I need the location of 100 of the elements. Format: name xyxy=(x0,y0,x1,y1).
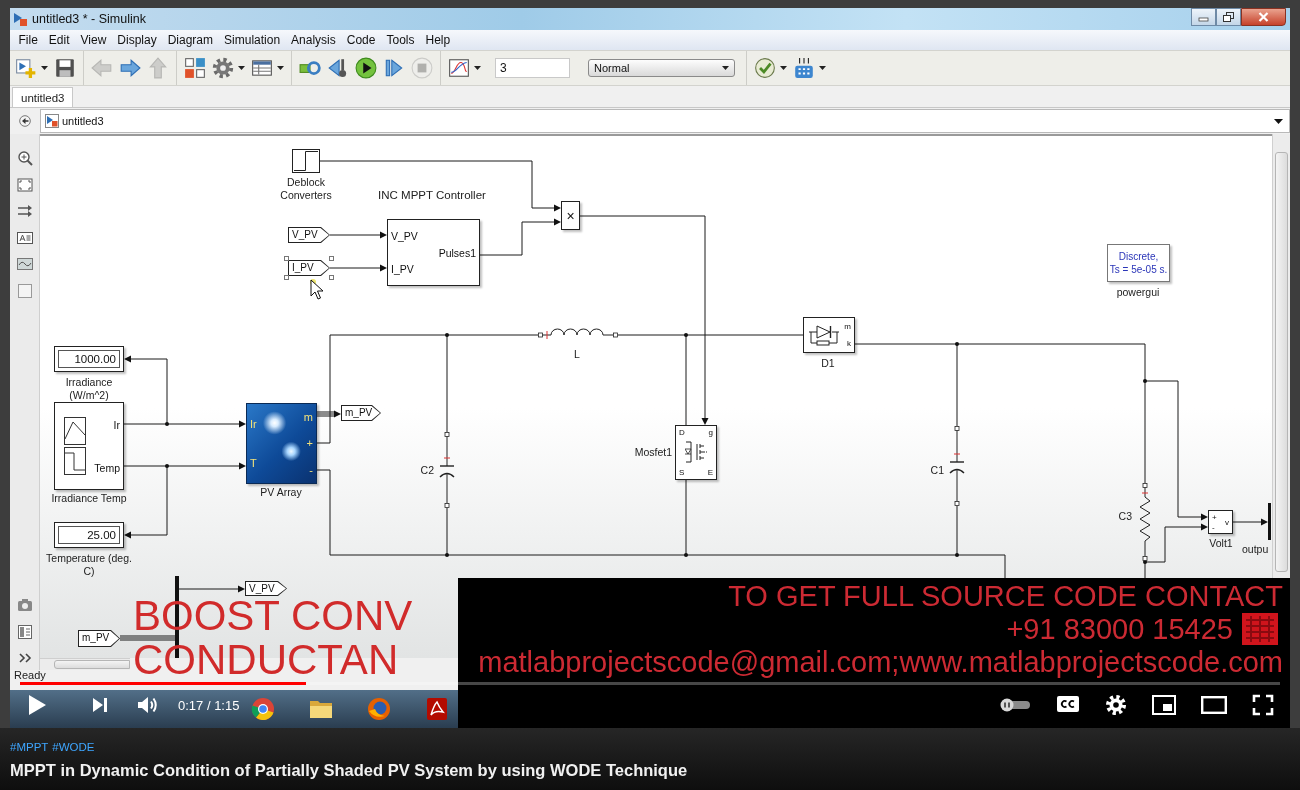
port-label: k xyxy=(847,339,851,348)
block-label: Mosfet1 xyxy=(633,446,672,459)
waveform-icon xyxy=(64,417,86,475)
model-icon xyxy=(45,114,59,128)
step-forward-icon[interactable] xyxy=(383,57,405,79)
double-arrow-icon[interactable] xyxy=(16,203,33,219)
simulation-mode-dropdown[interactable]: Normal xyxy=(588,59,735,77)
signal-tag: V_PV xyxy=(245,581,287,596)
block-label: Irradiance (W/m^2) xyxy=(64,376,114,402)
signal-tag: V_PV xyxy=(288,227,330,243)
gear-icon[interactable] xyxy=(212,57,234,79)
menu-item[interactable]: Help xyxy=(419,33,456,47)
close-button[interactable] xyxy=(1241,8,1286,26)
caret-icon[interactable] xyxy=(41,66,48,70)
block-label: C2 xyxy=(419,464,434,477)
caret-icon[interactable] xyxy=(474,66,481,70)
hashtag-link[interactable]: #WODE xyxy=(52,741,95,753)
menu-item[interactable]: Display xyxy=(111,33,163,47)
camera-icon[interactable] xyxy=(16,597,33,613)
library-grid-icon[interactable] xyxy=(184,57,206,79)
caret-icon[interactable] xyxy=(1274,118,1283,124)
layout-icon[interactable] xyxy=(16,623,33,640)
block-label: Volt1 xyxy=(1208,537,1234,550)
image-icon[interactable] xyxy=(16,256,33,272)
fit-view-icon[interactable] xyxy=(16,176,33,193)
new-model-icon[interactable] xyxy=(15,57,37,79)
progress-track[interactable] xyxy=(20,682,1280,685)
vertical-scrollbar[interactable] xyxy=(1272,134,1290,578)
menu-item[interactable]: File xyxy=(13,33,44,47)
menu-item[interactable]: View xyxy=(75,33,112,47)
port-label: - xyxy=(1212,522,1216,532)
document-app-icon[interactable] xyxy=(425,697,449,721)
menu-item[interactable]: Diagram xyxy=(162,33,219,47)
stop-time-field[interactable]: 3 xyxy=(495,58,570,78)
restore-icon xyxy=(1223,12,1234,22)
block-label: C1 xyxy=(929,464,944,477)
port-label: I_PV xyxy=(391,262,415,275)
text-box-icon[interactable] xyxy=(16,229,33,246)
round-app-icon[interactable] xyxy=(251,697,275,721)
port-label: S xyxy=(679,468,685,477)
volume-icon[interactable] xyxy=(137,695,159,715)
fullscreen-icon[interactable] xyxy=(1252,694,1274,716)
back-icon[interactable] xyxy=(19,115,31,127)
address-bar[interactable]: untitled3 xyxy=(40,109,1290,133)
powergui-block: Discrete, Ts = 5e-05 s. xyxy=(1107,244,1170,282)
play-icon[interactable] xyxy=(27,694,47,716)
menu-item[interactable]: Tools xyxy=(380,33,420,47)
table-icon[interactable] xyxy=(251,57,273,79)
caret-icon[interactable] xyxy=(780,66,787,70)
signal-tag: m_PV xyxy=(341,405,381,421)
port-label: V_PV xyxy=(391,230,418,243)
caret-icon[interactable] xyxy=(238,66,245,70)
menu-item[interactable]: Simulation xyxy=(218,33,286,47)
menu-item[interactable]: Analysis xyxy=(285,33,342,47)
signal-tag: I_PV xyxy=(288,260,330,276)
caret-icon[interactable] xyxy=(722,66,729,70)
block-label: C3 xyxy=(1117,510,1132,523)
port-label: - xyxy=(309,463,313,476)
port-label: Temp xyxy=(94,461,120,474)
port-label: D xyxy=(679,428,685,437)
horizontal-scrollbar[interactable] xyxy=(40,658,130,670)
model-tab[interactable]: untitled3 xyxy=(12,87,74,107)
video-title: MPPT in Dynamic Condition of Partially Shaded PV System by using WODE Technique xyxy=(10,761,689,780)
restore-button[interactable] xyxy=(1216,8,1241,26)
menu-item[interactable]: Edit xyxy=(43,33,76,47)
globe-app-icon[interactable] xyxy=(367,697,391,721)
product-block: × xyxy=(561,201,580,230)
run-icon[interactable] xyxy=(355,57,377,79)
settings-icon[interactable] xyxy=(1105,694,1127,716)
caret-icon[interactable] xyxy=(819,66,826,70)
step-back-icon[interactable] xyxy=(327,57,349,79)
menu-item[interactable]: Code xyxy=(341,33,381,47)
check-icon[interactable] xyxy=(754,57,776,79)
port-label: v xyxy=(1225,517,1229,527)
line-graph-icon[interactable] xyxy=(448,57,470,79)
save-icon[interactable] xyxy=(54,57,76,79)
port-label: T xyxy=(250,457,257,470)
rectangle-icon[interactable] xyxy=(16,282,33,299)
block-label: Irradiance Temp xyxy=(50,492,128,505)
dot-grid-icon[interactable] xyxy=(793,57,815,79)
model-icon xyxy=(13,12,27,26)
signal-tag: m_PV xyxy=(78,630,120,647)
promo-text: TO GET FULL SOURCE CODE CONTACT xyxy=(728,580,1283,613)
forward-arrow-icon[interactable] xyxy=(119,57,141,79)
breadcrumb-text: untitled3 xyxy=(62,115,104,127)
caption-text: CONDUCTAN xyxy=(133,640,400,680)
close-icon xyxy=(1258,12,1269,22)
next-icon[interactable] xyxy=(92,697,108,713)
block-label: outpu xyxy=(1242,543,1270,556)
port-label: + xyxy=(306,437,313,450)
hashtag-link[interactable]: #MPPT xyxy=(10,741,49,753)
block-label: Deblock Converters xyxy=(279,176,333,202)
miniplayer-icon[interactable] xyxy=(1152,695,1176,715)
theater-mode-icon[interactable] xyxy=(1201,696,1227,714)
display-block: 1000.00 xyxy=(54,346,124,372)
zoom-in-icon[interactable] xyxy=(16,150,33,166)
caret-icon[interactable] xyxy=(277,66,284,70)
port-label: m xyxy=(844,322,851,331)
autoplay-toggle-icon[interactable] xyxy=(1000,698,1031,712)
promo-text: +91 83000 15425 xyxy=(1006,613,1233,646)
